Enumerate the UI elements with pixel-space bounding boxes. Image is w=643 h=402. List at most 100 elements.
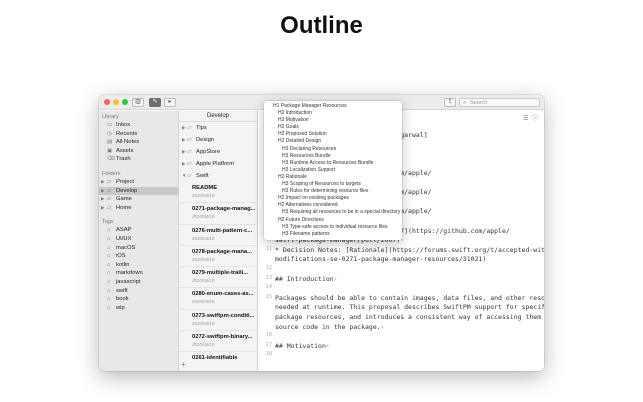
outline-item[interactable]: H3 Type-safe access to individual resour…	[264, 224, 402, 231]
list-item[interactable]: README 2020/04/19	[179, 182, 257, 204]
list-item[interactable]: 0271-package-manag... 2020/04/19	[179, 203, 257, 225]
outline-item[interactable]: H3 Filename patterns	[264, 231, 402, 238]
outline-list: H1 Package Manager Resources H2 Introduct…	[264, 101, 402, 238]
outline-item[interactable]: H2 Future Directions	[264, 217, 402, 224]
list-icon[interactable]: ☰	[523, 115, 528, 122]
sidebar-tag[interactable]: ⌂ UI/UX	[99, 235, 178, 244]
add-note-button[interactable]: +	[181, 360, 186, 369]
list-item[interactable]: 0278-package-mana... 2020/04/19	[179, 246, 257, 268]
list-item[interactable]: 0276-multi-pattern-c... 2020/04/19	[179, 225, 257, 246]
note-title: 0273-swiftpm-conditi...	[192, 312, 255, 319]
chevron-right-icon[interactable]: ▶	[182, 134, 185, 146]
chevron-right-icon[interactable]: ▶	[182, 146, 185, 158]
page-title: Outline	[280, 12, 363, 39]
sidebar-icon[interactable]: ▥	[132, 98, 144, 107]
outline-item[interactable]: H3 Declaring Resources	[264, 146, 402, 153]
outline-item[interactable]: H2 Rationale	[264, 174, 402, 181]
outline-item[interactable]: H3 Localization Support	[264, 167, 402, 174]
outline-item[interactable]: H3 Runtime Access to Resources Bundle	[264, 160, 402, 167]
chevron-right-icon[interactable]: ▶	[101, 204, 104, 213]
share-icon[interactable]: ⇪	[444, 98, 456, 107]
note-title: 0261-identifiable	[192, 355, 238, 362]
sidebar-tag[interactable]: ⌂ markdown	[99, 269, 178, 278]
sidebar-item-label: Game	[116, 196, 132, 203]
outline-item[interactable]: H2 Impact on existing packages	[264, 195, 402, 202]
chevron-right-icon[interactable]: ▶	[182, 122, 185, 134]
note-title: 0280-enum-cases-as...	[192, 291, 254, 298]
sidebar-folder-project[interactable]: ▶ ▱ Project	[99, 178, 178, 187]
outline-item[interactable]: H2 Motivation	[264, 117, 402, 124]
list-item[interactable]: 0261-identifiable	[179, 352, 257, 371]
outline-item[interactable]: H2 Goals	[264, 124, 402, 131]
outline-item[interactable]: H3 Scoping of Resources to targets	[264, 181, 402, 188]
subfolder-row[interactable]: ▼ ▱ Swift	[179, 170, 257, 182]
tag-label: book	[116, 296, 129, 303]
tag-label: markdown	[116, 270, 143, 277]
line-number: 18	[265, 351, 272, 358]
sidebar-item-assets[interactable]: ▣ Assets	[99, 147, 178, 156]
outline-item[interactable]: H2 Introduction	[264, 110, 402, 117]
subfolder-row[interactable]: ▶ ▱ Apple Platform	[179, 158, 257, 170]
info-icon[interactable]: ⓘ	[532, 115, 538, 122]
list-item[interactable]: 0272-swiftpm-binary... 2020/04/19	[179, 331, 257, 353]
sidebar-tag[interactable]: ⌂ macOS	[99, 244, 178, 253]
preview-icon[interactable]: ▸	[164, 98, 176, 107]
tag-label: swift	[116, 287, 128, 294]
zoom-window-button[interactable]	[122, 99, 128, 105]
folder-icon: ▱	[107, 178, 112, 185]
outline-item[interactable]: H3 Resources Bundle	[264, 153, 402, 160]
outline-item[interactable]: H1 Package Manager Resources	[264, 103, 402, 110]
sidebar-item-all-notes[interactable]: ▤ All Notes	[99, 138, 178, 147]
line-number: 15	[265, 293, 272, 300]
tag-label: javascript	[116, 278, 141, 285]
line-text: ## Motivation·	[275, 341, 330, 350]
outline-item[interactable]: H2 Detailed Design	[264, 138, 402, 145]
subfolder-label: Tips	[196, 125, 207, 131]
tag-icon: ⌂	[107, 287, 111, 294]
tag-icon: ⌂	[107, 270, 111, 277]
chevron-right-icon[interactable]: ▶	[101, 178, 104, 187]
sidebar-tag[interactable]: ⌂ book	[99, 295, 178, 304]
subfolder-row[interactable]: ▶ ▱ Design	[179, 134, 257, 146]
outline-item[interactable]: H2 Proposed Solution	[264, 131, 402, 138]
sidebar-tag[interactable]: ⌂ iOS	[99, 252, 178, 261]
list-item[interactable]: 0273-swiftpm-conditi... 2020/04/19	[179, 310, 257, 332]
compose-icon[interactable]: ✎	[149, 98, 161, 107]
outline-item[interactable]: H3 Requiring all resources to be in a sp…	[264, 209, 402, 216]
sidebar-tag[interactable]: ⌂ ASAP	[99, 226, 178, 235]
chevron-right-icon[interactable]: ▶	[101, 195, 104, 204]
sidebar-tag[interactable]: ⌂ javascript	[99, 278, 178, 287]
line-number: 13	[265, 274, 272, 281]
subfolder-row[interactable]: ▶ ▱ Tips	[179, 122, 257, 134]
list-item[interactable]: 0279-multiple-traili... 2020/04/19	[179, 267, 257, 289]
sidebar-folder-home[interactable]: ▶ ▱ Home	[99, 204, 178, 213]
note-date: 2020/04/19	[192, 193, 215, 198]
chevron-right-icon[interactable]: ▶	[101, 187, 104, 196]
chevron-right-icon[interactable]: ▶	[182, 158, 185, 170]
minimize-window-button[interactable]	[113, 99, 119, 105]
search-input[interactable]: ⌕ Search	[459, 98, 540, 107]
sidebar-folder-develop[interactable]: ▶ ▱ Develop	[99, 186, 178, 196]
outline-item[interactable]: H3 Rules for determining resource files	[264, 188, 402, 195]
sidebar-item-label: Assets	[116, 147, 134, 154]
sidebar-tag[interactable]: ⌂ wip	[99, 304, 178, 313]
chevron-down-icon[interactable]: ▼	[182, 170, 186, 182]
sidebar-folder-game[interactable]: ▶ ▱ Game	[99, 195, 178, 204]
sidebar-item-trash[interactable]: ⌫ Trash	[99, 155, 178, 164]
inbox-icon: ▭	[107, 122, 113, 128]
note-title: 0276-multi-pattern-c...	[192, 227, 253, 234]
sidebar-tag[interactable]: ⌂ kotlin	[99, 261, 178, 270]
outline-item[interactable]: H2 Alternatives considered	[264, 202, 402, 209]
sidebar-item-label: Inbox	[116, 122, 131, 128]
editor-toolbar: ☰ ⓘ	[523, 113, 538, 122]
subfolder-row[interactable]: ▶ ▱ AppStore	[179, 146, 257, 158]
close-window-button[interactable]	[104, 99, 110, 105]
tag-icon: ⌂	[107, 235, 111, 242]
sidebar-item-recents[interactable]: ◷ Recents	[99, 130, 178, 139]
sidebar-tag[interactable]: ⌂ swift	[99, 287, 178, 296]
note-title: 0271-package-manag...	[192, 206, 256, 213]
note-date: 2020/04/19	[192, 256, 215, 262]
list-item[interactable]: 0280-enum-cases-as... 2020/04/19	[179, 288, 257, 310]
tag-label: kotlin	[116, 261, 130, 268]
sidebar-item-inbox[interactable]: ▭ Inbox	[99, 121, 178, 130]
